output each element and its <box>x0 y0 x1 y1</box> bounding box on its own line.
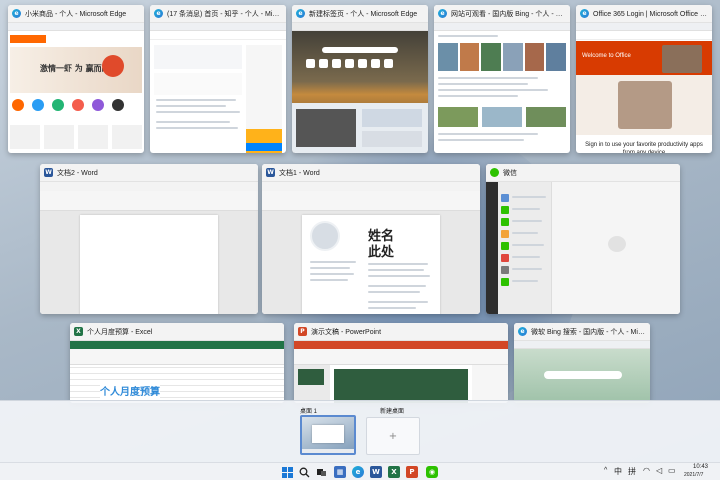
volume-icon[interactable]: ◁ <box>656 466 662 475</box>
desktop-1-thumbnail[interactable] <box>300 415 356 455</box>
window-preview <box>294 341 508 403</box>
edge-icon: e <box>296 9 305 18</box>
window-thumb-office-login[interactable]: e Office 365 Login | Microsoft Office - … <box>576 5 712 153</box>
task-view-icon <box>316 468 326 476</box>
edge-icon: e <box>580 9 589 18</box>
window-preview <box>434 23 570 153</box>
wechat-icon <box>490 168 499 177</box>
ime-language-indicator[interactable]: 中 <box>614 466 622 477</box>
clock-time[interactable]: 10:43 <box>693 464 708 470</box>
new-desktop-label: 新建桌面 <box>380 409 405 415</box>
taskbar-edge[interactable]: e <box>352 466 364 478</box>
window-title: 小米商品 - 个人 - Microsoft Edge <box>25 10 127 18</box>
window-preview <box>486 182 680 314</box>
window-titlebar: W 文档2 - Word <box>40 164 258 182</box>
excel-icon: X <box>391 468 397 476</box>
window-thumb-word-doc2[interactable]: W 文档2 - Word <box>40 164 258 314</box>
taskbar-word[interactable]: W <box>370 466 382 478</box>
window-title: Office 365 Login | Microsoft Office - 个人… <box>593 10 708 18</box>
window-titlebar: e 小米商品 - 个人 - Microsoft Edge <box>8 5 144 23</box>
resume-here: 此处 <box>368 245 395 260</box>
wechat-icon: ◉ <box>428 468 436 476</box>
mi-logo <box>10 35 46 43</box>
word-icon: W <box>44 168 53 177</box>
powerpoint-icon: P <box>298 327 307 336</box>
desktop-1-label: 桌面 1 <box>300 409 318 415</box>
edge-icon: e <box>355 468 361 476</box>
excel-icon: X <box>74 327 83 336</box>
windows-logo-icon <box>281 466 293 478</box>
wifi-icon[interactable]: ◠ <box>643 466 650 475</box>
new-desktop-button[interactable]: + <box>366 417 420 455</box>
mi-banner-text: 激情一虾 为 赢而战 <box>40 64 110 73</box>
window-thumb-new-tab[interactable]: e 新建标签页 - 个人 - Microsoft Edge <box>292 5 428 153</box>
edge-icon: e <box>154 9 163 18</box>
window-title: (17 条消息) 首页 - 知乎 - 个人 - Microsoft... <box>167 10 282 18</box>
window-titlebar: e 新建标签页 - 个人 - Microsoft Edge <box>292 5 428 23</box>
window-thumb-wechat[interactable]: 微信 <box>486 164 680 314</box>
search-button[interactable] <box>298 466 310 478</box>
taskbar-powerpoint[interactable]: P <box>406 466 418 478</box>
powerpoint-icon: P <box>409 468 415 476</box>
window-titlebar: X 个人月度预算 - Excel <box>70 323 284 341</box>
window-titlebar: P 演示文稿 - PowerPoint <box>294 323 508 341</box>
window-titlebar: e (17 条消息) 首页 - 知乎 - 个人 - Microsoft... <box>150 5 286 23</box>
window-preview: Welcome to Office Sign in to use your fa… <box>576 23 712 153</box>
window-thumb-mi-store[interactable]: e 小米商品 - 个人 - Microsoft Edge 激情一虾 为 赢而战 <box>8 5 144 153</box>
start-button[interactable] <box>281 466 293 478</box>
window-titlebar: W 文档1 - Word <box>262 164 480 182</box>
taskbar-excel[interactable]: X <box>388 466 400 478</box>
window-title: 网站可观看 - 国内版 Bing - 个人 - Microsoft... <box>451 10 566 18</box>
window-thumb-word-doc1[interactable]: W 文档1 - Word 姓名 此处 <box>262 164 480 314</box>
window-titlebar: e 微软 Bing 搜索 - 国内版 - 个人 - Microsoft... <box>514 323 650 341</box>
word-icon: W <box>372 468 380 476</box>
window-title: 演示文稿 - PowerPoint <box>311 328 382 336</box>
window-titlebar: e Office 365 Login | Microsoft Office - … <box>576 5 712 23</box>
window-preview <box>150 23 286 153</box>
window-preview: 个人月度预算 <box>70 341 284 403</box>
window-preview: 激情一虾 为 赢而战 <box>8 23 144 153</box>
window-titlebar: 微信 <box>486 164 680 182</box>
battery-icon[interactable]: ▭ <box>668 466 676 475</box>
window-preview <box>40 182 258 314</box>
wechat-watermark-icon <box>608 236 626 252</box>
office-signin-text: Sign in to use your favorite productivit… <box>585 142 703 153</box>
window-title: 微信 <box>503 169 517 177</box>
window-titlebar: e 网站可观看 - 国内版 Bing - 个人 - Microsoft... <box>434 5 570 23</box>
window-preview <box>514 341 650 403</box>
window-title: 微软 Bing 搜索 - 国内版 - 个人 - Microsoft... <box>531 328 646 336</box>
window-title: 个人月度预算 - Excel <box>87 328 153 336</box>
tray-overflow-icon[interactable]: ^ <box>604 467 607 474</box>
widgets-button[interactable]: ▦ <box>334 466 346 478</box>
window-thumb-bing-search[interactable]: e 微软 Bing 搜索 - 国内版 - 个人 - Microsoft... <box>514 323 650 403</box>
excel-sheet-title: 个人月度预算 <box>100 383 160 398</box>
clock-date[interactable]: 2021/7/7 <box>684 472 703 478</box>
window-thumb-excel[interactable]: X 个人月度预算 - Excel 个人月度预算 <box>70 323 284 403</box>
window-thumb-bing[interactable]: e 网站可观看 - 国内版 Bing - 个人 - Microsoft... <box>434 5 570 153</box>
window-preview <box>292 23 428 153</box>
widgets-icon: ▦ <box>336 468 344 476</box>
taskbar-wechat[interactable]: ◉ <box>426 466 438 478</box>
edge-icon: e <box>438 9 447 18</box>
search-icon <box>299 467 309 477</box>
word-icon: W <box>266 168 275 177</box>
window-thumb-powerpoint[interactable]: P 演示文稿 - PowerPoint <box>294 323 508 403</box>
plus-icon: + <box>388 430 398 442</box>
window-preview: 姓名 此处 <box>262 182 480 314</box>
ime-mode-indicator[interactable]: 拼 <box>628 466 636 477</box>
virtual-desktops-bar: 桌面 1 新建桌面 + <box>0 400 720 462</box>
window-title: 新建标签页 - 个人 - Microsoft Edge <box>309 10 418 18</box>
window-title: 文档1 - Word <box>279 169 320 177</box>
edge-icon: e <box>12 9 21 18</box>
window-thumb-zhihu[interactable]: e (17 条消息) 首页 - 知乎 - 个人 - Microsoft... <box>150 5 286 153</box>
window-title: 文档2 - Word <box>57 169 98 177</box>
office-welcome-text: Welcome to Office <box>582 53 631 59</box>
taskbar: ▦ e W X P ◉ ^ 中 拼 ◠ ◁ ▭ 10:43 2021/7/7 <box>0 462 720 480</box>
edge-icon: e <box>518 327 527 336</box>
task-view-button[interactable] <box>315 466 327 478</box>
